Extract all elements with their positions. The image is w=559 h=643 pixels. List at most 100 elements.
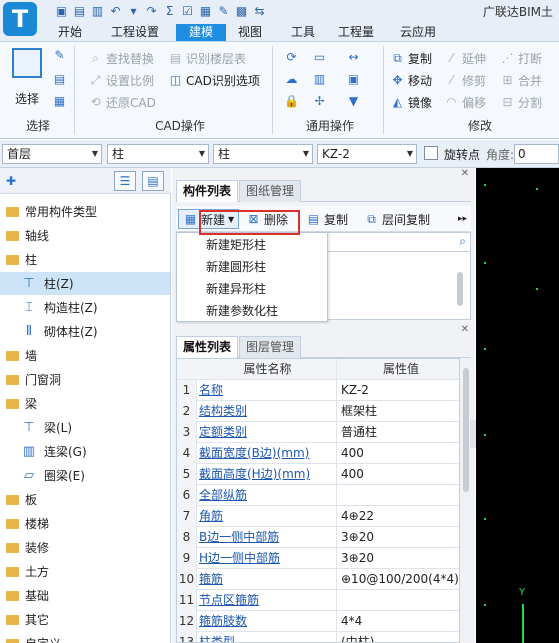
property-value[interactable]: 400 [341,443,459,464]
check-icon[interactable]: Σ [162,4,177,19]
property-name[interactable]: 箍筋 [199,569,337,590]
cad-options-button[interactable]: ◫ CAD识别选项 [168,70,260,90]
pen-icon[interactable]: ✎ [52,48,67,63]
floor-copy-button[interactable]: ⧉ 层间复制 [364,209,430,229]
tree-node-folder[interactable]: 自定义 [0,632,170,643]
type-select[interactable]: 柱 ▼ [213,144,313,164]
component-list[interactable] [326,252,471,320]
menu-new-irregular-column[interactable]: 新建异形柱 [177,278,327,300]
offset-button[interactable]: ◠ 偏移 [444,92,486,112]
tree-node-folder[interactable]: 梁 [0,392,170,415]
cross-icon[interactable]: ✢ [312,94,327,109]
property-scrollbar-thumb[interactable] [463,368,469,492]
property-name[interactable]: 截面宽度(B边)(mm) [199,443,337,464]
copy-component-button[interactable]: ▤ 复制 [306,209,348,229]
panel-view-icon[interactable]: ▤ [142,171,164,191]
copy-button[interactable]: ⧉ 复制 [390,48,432,68]
table-row[interactable]: 7 角筋 4⊕22 [177,506,459,527]
list-icon[interactable]: ▤ [52,72,67,87]
find-replace-button[interactable]: ⌕ 查找替换 [88,48,154,68]
property-value[interactable]: 普通柱 [341,422,459,443]
property-value[interactable]: ⊕10@100/200(4*4) [341,569,459,590]
table-row[interactable]: 2 结构类别 框架柱 [177,401,459,422]
tree-node-folder[interactable]: 基础 [0,584,170,607]
open-icon[interactable]: ▤ [72,4,87,19]
lock-icon[interactable]: 🔒 [284,94,299,109]
swap-icon[interactable]: ▩ [234,4,249,19]
menu-new-rect-column[interactable]: 新建矩形柱 [177,234,327,256]
trim-button[interactable]: ⁄ 修剪 [444,70,486,90]
tree-node-folder[interactable]: 其它 [0,608,170,631]
property-name[interactable]: 全部纵筋 [199,485,337,506]
tree-node-folder[interactable]: 门窗洞 [0,368,170,391]
identify-floor-table-button[interactable]: ▤ 识别楼层表 [168,48,246,68]
table-row[interactable]: 1 名称 KZ-2 [177,380,459,401]
tree-node-child[interactable]: Ⅱ 砌体柱(Z) [0,320,170,343]
property-value[interactable]: 框架柱 [341,401,459,422]
tab-quantities[interactable]: 工程量 [330,24,382,41]
drawing-canvas[interactable] [476,168,559,643]
close-icon[interactable]: ✕ [461,168,469,179]
tab-project-settings[interactable]: 工程设置 [104,24,166,41]
table-row[interactable]: 9 H边一侧中部筋 3⊕20 [177,548,459,569]
break-button[interactable]: ⋰ 打断 [500,48,543,68]
property-value[interactable] [341,590,459,611]
tab-drawing-management[interactable]: 图纸管理 [239,180,302,202]
tree-node-child[interactable]: ⊤ 梁(L) [0,416,170,439]
tree-node-folder[interactable]: 土方 [0,560,170,583]
table-row[interactable]: 5 截面高度(H边)(mm) 400 [177,464,459,485]
property-value[interactable]: 3⊕20 [341,527,459,548]
category-select[interactable]: 柱 ▼ [107,144,209,164]
close-icon[interactable]: ✕ [461,324,469,335]
property-value[interactable]: 400 [341,464,459,485]
table-row[interactable]: 8 B边一侧中部筋 3⊕20 [177,527,459,548]
tree-node-child[interactable]: ▥ 连梁(G) [0,440,170,463]
property-value[interactable]: KZ-2 [341,380,459,401]
property-name[interactable]: 定额类别 [199,422,337,443]
tree-node-folder[interactable]: 常用构件类型 [0,200,170,223]
split-button[interactable]: ⊟ 分割 [500,92,542,112]
filter-icon[interactable]: ▼ [346,94,361,109]
property-name[interactable]: 节点区箍筋 [199,590,337,611]
tab-layer-management[interactable]: 图层管理 [239,336,302,358]
tab-view[interactable]: 视图 [230,24,270,41]
cloud-icon[interactable]: ☁ [284,72,299,87]
rotate-icon[interactable]: ⟳ [284,50,299,65]
table-row[interactable]: 13 柱类型 (中柱) [177,632,459,642]
rotate-point-checkbox[interactable] [424,146,438,160]
menu-new-round-column[interactable]: 新建圆形柱 [177,256,327,278]
tab-tools[interactable]: 工具 [283,24,323,41]
table-row[interactable]: 12 箍筋肢数 4*4 [177,611,459,632]
tab-modeling[interactable]: 建模 [176,24,226,41]
angle-input[interactable]: 0 [514,144,559,164]
align-icon[interactable]: ▭ [312,50,327,65]
undo-icon[interactable]: ↶ [108,4,123,19]
layer-icon[interactable]: ▥ [312,72,327,87]
mirror-button[interactable]: ◭ 镜像 [390,92,432,112]
table-row[interactable]: 10 箍筋 ⊕10@100/200(4*4) [177,569,459,590]
tab-component-list[interactable]: 构件列表 [176,180,239,202]
property-name[interactable]: B边一侧中部筋 [199,527,337,548]
measure-icon[interactable]: ↔ [346,50,361,65]
property-name[interactable]: 结构类别 [199,401,337,422]
more-icon[interactable]: ⇆ [252,4,267,19]
set-scale-button[interactable]: ⤢ 设置比例 [88,70,154,90]
folder-icon[interactable]: ▥ [90,4,105,19]
sum-icon[interactable]: ↷ [144,4,159,19]
tree-node-folder[interactable]: 楼梯 [0,512,170,535]
tree-node-folder[interactable]: 墙 [0,344,170,367]
layout-icon[interactable]: ☑ [180,4,195,19]
component-search-input[interactable]: ⌕ [326,232,471,252]
property-name[interactable]: 箍筋肢数 [199,611,337,632]
tab-cloud[interactable]: 云应用 [393,24,443,41]
property-value[interactable]: 3⊕20 [341,548,459,569]
property-name[interactable]: 角筋 [199,506,337,527]
component-select[interactable]: KZ-2 ▼ [317,144,417,164]
app-logo[interactable]: T [3,2,37,36]
extend-button[interactable]: ⁄ 延伸 [444,48,486,68]
tree-node-folder[interactable]: 柱 [0,248,170,271]
property-value[interactable]: 4*4 [341,611,459,632]
list-view-icon[interactable]: ☰ [114,171,136,191]
merge-button[interactable]: ⊞ 合并 [500,70,542,90]
tree-node-child[interactable]: ⌶ 构造柱(Z) [0,296,170,319]
